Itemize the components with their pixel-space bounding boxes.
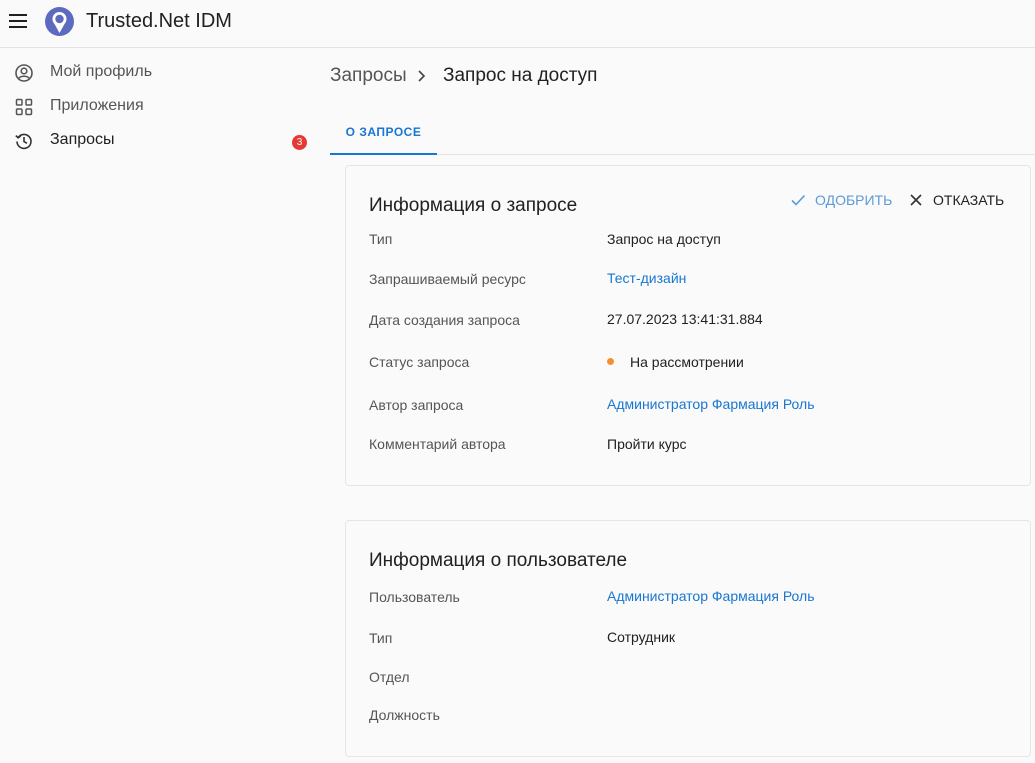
check-icon — [791, 194, 806, 206]
position-label: Должность — [369, 707, 440, 723]
request-info-card: Информация о запросе ОДОБРИТЬ ОТКАЗАТЬ Т… — [345, 165, 1031, 486]
user-info-card: Информация о пользователе Пользователь А… — [345, 520, 1031, 757]
user-info-title: Информация о пользователе — [369, 550, 628, 571]
approve-label: ОДОБРИТЬ — [815, 192, 893, 208]
sidebar-item-apps[interactable]: Приложения — [0, 90, 320, 122]
sidebar-item-label: Приложения — [50, 97, 144, 114]
status-label: Статус запроса — [369, 354, 470, 370]
reject-label: ОТКАЗАТЬ — [933, 192, 1005, 208]
approve-button[interactable]: ОДОБРИТЬ — [790, 188, 895, 212]
sidebar: Мой профиль Приложения Запросы 3 — [0, 48, 320, 763]
apps-grid-icon — [15, 98, 33, 116]
reject-button[interactable]: ОТКАЗАТЬ — [908, 188, 1008, 212]
tab-bar: О ЗАПРОСЕ — [330, 113, 1035, 155]
status-pending-icon — [607, 358, 614, 365]
chevron-right-icon — [418, 70, 426, 82]
comment-value: Пройти курс — [607, 436, 687, 452]
user-link[interactable]: Администратор Фармация Роль — [607, 588, 815, 604]
user-type-value: Сотрудник — [607, 629, 676, 645]
request-info-title: Информация о запросе — [369, 195, 578, 216]
created-date-value: 27.07.2023 13:41:31.884 — [607, 311, 763, 327]
close-icon — [910, 194, 922, 206]
sidebar-item-profile[interactable]: Мой профиль — [0, 56, 320, 88]
created-date-label: Дата создания запроса — [369, 312, 520, 328]
sidebar-item-label: Мой профиль — [50, 63, 153, 80]
tab-label: О ЗАПРОСЕ — [345, 125, 422, 139]
author-label: Автор запроса — [369, 397, 464, 413]
breadcrumb-parent-link[interactable]: Запросы — [330, 65, 407, 87]
sidebar-item-requests[interactable]: Запросы 3 — [0, 124, 320, 156]
type-value: Запрос на доступ — [607, 231, 721, 247]
requests-count-badge: 3 — [292, 135, 307, 150]
status-value: На рассмотрении — [630, 354, 744, 370]
user-type-label: Тип — [369, 630, 393, 646]
history-icon — [15, 133, 32, 150]
app-logo-icon — [45, 7, 74, 36]
comment-label: Комментарий автора — [369, 436, 506, 452]
menu-icon[interactable] — [8, 10, 30, 32]
resource-label: Запрашиваемый ресурс — [369, 271, 526, 287]
tab-about-request[interactable]: О ЗАПРОСЕ — [330, 113, 437, 155]
author-link[interactable]: Администратор Фармация Роль — [607, 396, 815, 412]
app-title: Trusted.Net IDM — [86, 10, 232, 32]
user-label: Пользователь — [369, 589, 460, 605]
type-label: Тип — [369, 231, 393, 247]
sidebar-item-label: Запросы — [50, 131, 115, 148]
user-circle-icon — [15, 64, 33, 82]
app-header: Trusted.Net IDM — [0, 0, 1035, 48]
resource-link[interactable]: Тест-дизайн — [607, 270, 686, 286]
page-title: Запрос на доступ — [443, 65, 598, 86]
department-label: Отдел — [369, 669, 410, 685]
